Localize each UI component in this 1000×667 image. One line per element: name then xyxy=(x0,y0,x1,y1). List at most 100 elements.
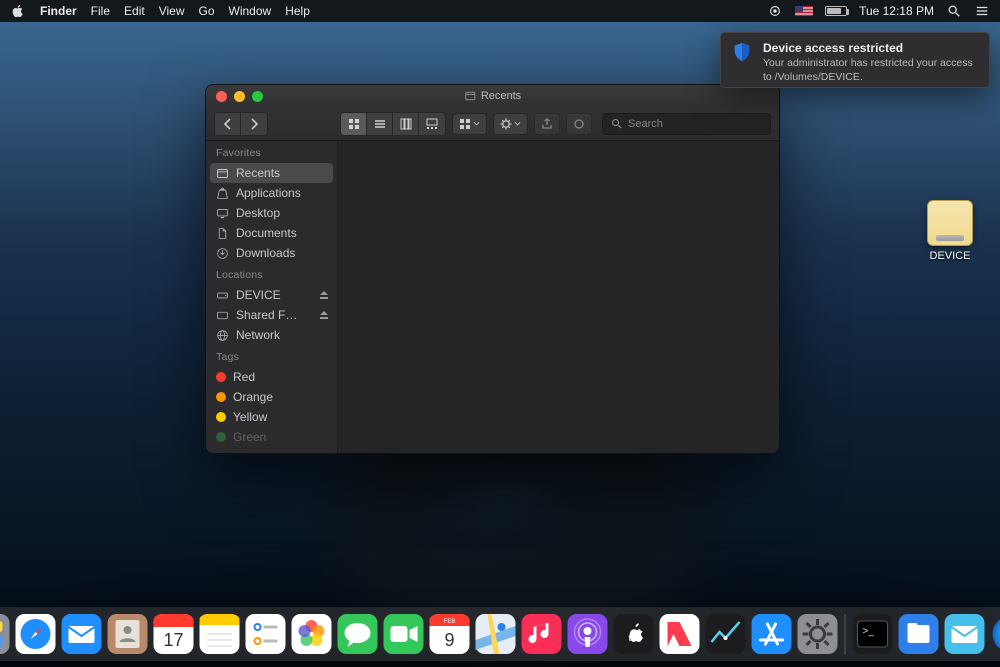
tag-dot-icon xyxy=(216,412,226,422)
dock-reminders[interactable] xyxy=(245,613,287,655)
sidebar-item-shared[interactable]: Shared F… xyxy=(206,305,337,325)
dock-podcasts[interactable] xyxy=(567,613,609,655)
column-view-button[interactable] xyxy=(393,113,419,135)
sidebar-header-locations: Locations xyxy=(206,263,337,285)
finder-sidebar: Favorites Recents Applications Desktop D… xyxy=(206,141,338,453)
sidebar-item-downloads[interactable]: Downloads xyxy=(206,243,337,263)
nav-buttons xyxy=(214,112,268,136)
dock-calendar[interactable]: 17 xyxy=(153,613,195,655)
view-switcher xyxy=(340,112,446,136)
input-flag-icon[interactable] xyxy=(795,6,813,16)
sidebar-item-network[interactable]: Network xyxy=(206,325,337,345)
zoom-button[interactable] xyxy=(252,91,263,102)
arrange-button[interactable] xyxy=(452,113,487,135)
sidebar-item-documents[interactable]: Documents xyxy=(206,223,337,243)
dock-notes[interactable] xyxy=(199,613,241,655)
dock-files[interactable] xyxy=(898,613,940,655)
dock-preferences[interactable] xyxy=(797,613,839,655)
svg-text:>_: >_ xyxy=(863,626,875,637)
dock-mail[interactable] xyxy=(61,613,103,655)
spotlight-icon[interactable] xyxy=(946,4,962,18)
search-icon xyxy=(611,118,622,129)
svg-text:tv: tv xyxy=(629,633,637,643)
dock-terminal[interactable]: >_ xyxy=(852,613,894,655)
menu-help[interactable]: Help xyxy=(285,4,310,18)
dock-safari[interactable] xyxy=(15,613,57,655)
dock-maps[interactable] xyxy=(475,613,517,655)
sidebar-tag-red[interactable]: Red xyxy=(206,367,337,387)
dock-contacts[interactable] xyxy=(107,613,149,655)
sidebar-tag-orange[interactable]: Orange xyxy=(206,387,337,407)
sidebar-item-label: Network xyxy=(236,328,280,342)
window-title: Recents xyxy=(481,90,521,102)
desktop-drive-label: DEVICE xyxy=(920,250,980,262)
dock-calendar-date[interactable]: FEB9 xyxy=(429,613,471,655)
menubar-app[interactable]: Finder xyxy=(40,4,77,18)
control-center-icon[interactable] xyxy=(974,4,990,18)
action-button[interactable] xyxy=(493,113,528,135)
tags-button[interactable] xyxy=(566,113,592,135)
icon-view-button[interactable] xyxy=(341,113,367,135)
finder-content[interactable] xyxy=(338,141,779,453)
minimize-button[interactable] xyxy=(234,91,245,102)
apple-icon[interactable] xyxy=(10,4,26,18)
sidebar-tag-green[interactable]: Green xyxy=(206,427,337,447)
sidebar-header-favorites: Favorites xyxy=(206,141,337,163)
dock-facetime[interactable] xyxy=(383,613,425,655)
dock-news[interactable] xyxy=(659,613,701,655)
sidebar-item-label: Downloads xyxy=(236,246,295,260)
tag-dot-icon xyxy=(216,392,226,402)
notification-banner[interactable]: Device access restricted Your administra… xyxy=(720,32,990,88)
sidebar-tag-yellow[interactable]: Yellow xyxy=(206,407,337,427)
eject-icon[interactable] xyxy=(319,310,329,320)
menu-file[interactable]: File xyxy=(91,4,110,18)
finder-toolbar: Search xyxy=(206,107,779,141)
menu-edit[interactable]: Edit xyxy=(124,4,145,18)
dock-separator xyxy=(845,614,846,654)
eject-icon[interactable] xyxy=(319,290,329,300)
dock-photos[interactable] xyxy=(291,613,333,655)
tag-dot-icon xyxy=(216,432,226,442)
sidebar-item-device[interactable]: DEVICE xyxy=(206,285,337,305)
sidebar-item-label: Green xyxy=(233,430,266,444)
menu-window[interactable]: Window xyxy=(229,4,272,18)
back-button[interactable] xyxy=(215,113,241,135)
dock-appstore[interactable] xyxy=(751,613,793,655)
dock-stocks[interactable] xyxy=(705,613,747,655)
battery-icon[interactable] xyxy=(825,6,847,16)
sidebar-item-label: Recents xyxy=(236,166,280,180)
dock-downloads[interactable] xyxy=(990,613,1000,655)
sidebar-item-label: Orange xyxy=(233,390,273,404)
jamf-icon[interactable] xyxy=(767,4,783,18)
dock-mail2[interactable] xyxy=(944,613,986,655)
window-titlebar[interactable]: Recents xyxy=(206,85,779,107)
sidebar-item-label: Red xyxy=(233,370,255,384)
sidebar-item-desktop[interactable]: Desktop xyxy=(206,203,337,223)
sidebar-item-label: Yellow xyxy=(233,410,267,424)
dock-tv[interactable]: tv xyxy=(613,613,655,655)
sidebar-item-label: Desktop xyxy=(236,206,280,220)
menu-view[interactable]: View xyxy=(159,4,185,18)
sidebar-item-label: DEVICE xyxy=(236,288,281,302)
dock-launchpad[interactable] xyxy=(0,613,11,655)
menu-go[interactable]: Go xyxy=(199,4,215,18)
search-field[interactable]: Search xyxy=(602,113,771,135)
share-button[interactable] xyxy=(534,113,560,135)
recents-title-icon xyxy=(464,90,476,102)
close-button[interactable] xyxy=(216,91,227,102)
gallery-view-button[interactable] xyxy=(419,113,445,135)
list-view-button[interactable] xyxy=(367,113,393,135)
desktop-drive[interactable]: DEVICE xyxy=(920,200,980,262)
tag-dot-icon xyxy=(216,372,226,382)
sidebar-item-recents[interactable]: Recents xyxy=(210,163,333,183)
notification-title: Device access restricted xyxy=(763,41,979,55)
forward-button[interactable] xyxy=(241,113,267,135)
sidebar-header-tags: Tags xyxy=(206,345,337,367)
external-drive-icon xyxy=(927,200,973,246)
menubar-clock[interactable]: Tue 12:18 PM xyxy=(859,4,934,18)
dock-messages[interactable] xyxy=(337,613,379,655)
sidebar-item-label: Applications xyxy=(236,186,301,200)
menubar: Finder File Edit View Go Window Help Tue… xyxy=(0,0,1000,22)
sidebar-item-applications[interactable]: Applications xyxy=(206,183,337,203)
dock-music[interactable] xyxy=(521,613,563,655)
